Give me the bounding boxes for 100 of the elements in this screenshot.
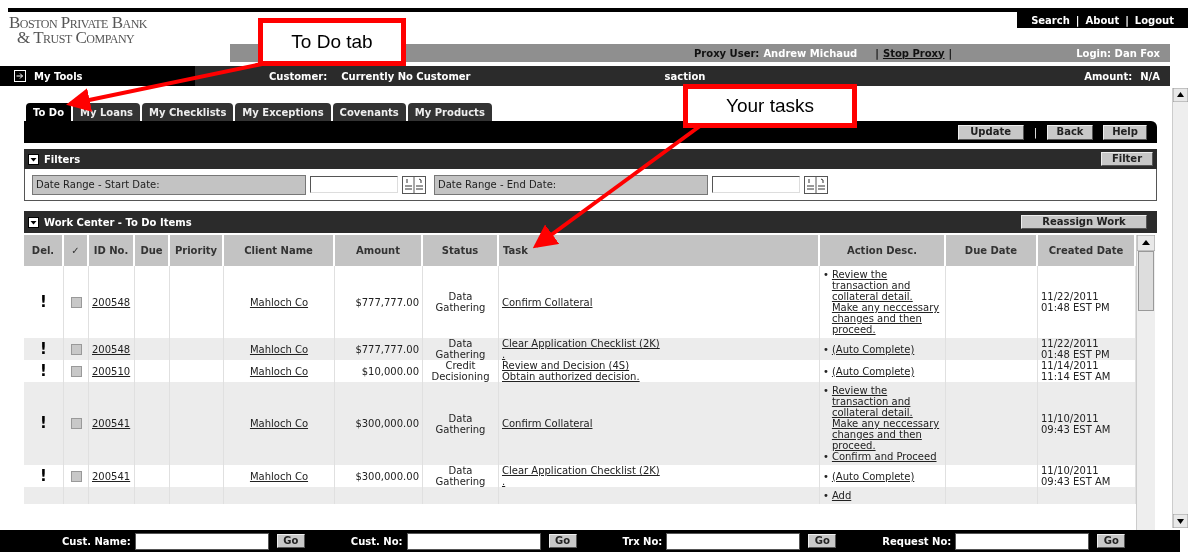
reassign-work-button[interactable]: Reassign Work xyxy=(1021,215,1147,229)
collapse-icon[interactable] xyxy=(28,216,39,228)
client-link[interactable]: Mahloch Co xyxy=(249,470,309,482)
checkbox[interactable] xyxy=(70,343,82,355)
customer-value: Currently No Customer xyxy=(341,69,471,84)
action-link[interactable]: Add xyxy=(831,490,852,501)
task-link[interactable]: . xyxy=(502,476,506,487)
filter-button[interactable]: Filter xyxy=(1101,152,1153,166)
task-link[interactable]: Confirm Collateral xyxy=(502,296,593,308)
column-header: Created Date xyxy=(1038,235,1136,266)
scroll-thumb[interactable] xyxy=(1138,251,1154,311)
exclamation-mark: ! xyxy=(40,416,47,431)
checkbox[interactable] xyxy=(70,296,82,308)
created-date: 11/10/2011 09:43 EST AM xyxy=(1041,412,1112,435)
task-link[interactable]: Obtain authorized decision. xyxy=(502,371,640,382)
callout-box: To Do tab xyxy=(258,18,406,66)
client-link[interactable]: Mahloch Co xyxy=(249,296,309,308)
filters-title: Filters xyxy=(44,152,81,167)
collapse-icon[interactable] xyxy=(28,153,39,165)
amount-text: $10,000.00 xyxy=(361,365,419,377)
table-scrollbar[interactable] xyxy=(1136,235,1155,530)
amount-text: $777,777.00 xyxy=(355,296,419,308)
scroll-up-icon[interactable] xyxy=(1173,88,1188,102)
calendar-icon[interactable] xyxy=(402,175,426,194)
my-tools-label: My Tools xyxy=(34,69,83,84)
checkbox[interactable] xyxy=(70,418,82,429)
created-date: 11/14/2011 11:14 EST AM xyxy=(1041,360,1112,382)
exclamation-mark: ! xyxy=(40,294,47,310)
status-text: Data Gathering xyxy=(434,412,487,435)
tab[interactable]: To Do xyxy=(26,103,71,121)
toolbar-button[interactable]: Back xyxy=(1047,124,1093,140)
tab[interactable]: My Checklists xyxy=(142,103,234,121)
proxy-user: Andrew Michaud xyxy=(763,46,858,61)
amount-text: $300,000.00 xyxy=(355,418,419,429)
created-date: 11/10/2011 09:43 EST AM xyxy=(1041,465,1112,487)
separator: | xyxy=(948,46,953,61)
customer-label: Customer: xyxy=(269,69,328,84)
column-header: Task xyxy=(499,235,820,266)
calendar-icon[interactable] xyxy=(804,175,828,194)
task-link[interactable]: Clear Application Checklist (2K) xyxy=(502,338,660,349)
scroll-up-icon[interactable] xyxy=(1137,235,1155,251)
client-link[interactable]: Mahloch Co xyxy=(249,365,309,377)
top-link[interactable]: About xyxy=(1085,12,1120,28)
checkbox[interactable] xyxy=(70,365,82,377)
status-text: Data Gathering xyxy=(434,291,487,313)
arrow-right-icon[interactable] xyxy=(14,70,26,82)
action-link[interactable]: (Auto Complete) xyxy=(831,470,915,482)
search-input[interactable] xyxy=(955,532,1090,550)
created-date: 11/22/2011 01:48 EST PM xyxy=(1041,291,1111,313)
action-link[interactable]: Confirm and Proceed xyxy=(831,451,937,462)
separator: | xyxy=(1125,13,1129,28)
tab[interactable]: Covenants xyxy=(332,103,406,121)
stop-proxy-link[interactable]: Stop Proxy xyxy=(882,45,945,61)
client-link[interactable]: Mahloch Co xyxy=(249,418,309,429)
task-link[interactable]: Clear Application Checklist (2K) xyxy=(502,465,660,476)
top-link[interactable]: Search xyxy=(1031,12,1070,28)
action-link[interactable]: Review the transaction and collateral detail. Make any neccessary changes and then proceed. xyxy=(831,269,942,335)
amount-text: $777,777.00 xyxy=(355,343,419,355)
go-button[interactable]: Go xyxy=(1097,534,1126,548)
exclamation-mark: ! xyxy=(40,363,47,379)
search-input[interactable] xyxy=(406,532,541,550)
id-link[interactable]: 200548 xyxy=(92,343,131,355)
id-link[interactable]: 200541 xyxy=(92,418,131,429)
tab[interactable]: My Products xyxy=(407,103,492,121)
tab[interactable]: My Exceptions xyxy=(235,103,331,121)
task-link[interactable]: . xyxy=(502,349,506,360)
go-button[interactable]: Go xyxy=(548,534,577,548)
status-text: Data Gathering xyxy=(434,338,487,360)
go-button[interactable]: Go xyxy=(276,534,305,548)
action-link[interactable]: (Auto Complete) xyxy=(831,365,915,377)
task-link[interactable]: Confirm Collateral xyxy=(502,418,593,429)
checkbox[interactable] xyxy=(70,470,82,482)
top-link[interactable]: Logout xyxy=(1134,12,1174,28)
id-link[interactable]: 200548 xyxy=(92,296,131,308)
amount-value: N/A xyxy=(1140,69,1160,84)
bullet: • xyxy=(823,385,829,398)
toolbar-button[interactable]: Update xyxy=(957,124,1024,140)
separator: | xyxy=(875,46,879,61)
page-scrollbar[interactable] xyxy=(1172,88,1188,528)
column-header: Priority xyxy=(170,235,224,266)
column-header: Del. xyxy=(24,235,64,266)
search-input[interactable] xyxy=(666,532,801,550)
go-button[interactable]: Go xyxy=(808,534,837,548)
bullet: • xyxy=(823,490,829,501)
date-input[interactable] xyxy=(310,176,398,193)
id-link[interactable]: 200510 xyxy=(92,365,131,377)
toolbar-button[interactable]: Help xyxy=(1103,124,1147,140)
separator: | xyxy=(1033,125,1037,140)
id-link[interactable]: 200541 xyxy=(92,470,131,482)
column-header: ID No. xyxy=(89,235,135,266)
client-link[interactable]: Mahloch Co xyxy=(249,343,309,355)
scroll-down-icon[interactable] xyxy=(1173,514,1188,528)
search-input[interactable] xyxy=(134,532,269,550)
action-link[interactable]: Review the transaction and collateral detail. Make any neccessary changes and then proceed. xyxy=(831,385,942,451)
status-text: Data Gathering xyxy=(434,465,487,487)
task-link[interactable]: Review and Decision (4S) xyxy=(502,360,630,371)
separator: | xyxy=(1075,13,1080,28)
action-link[interactable]: (Auto Complete) xyxy=(831,343,915,355)
date-input[interactable] xyxy=(712,176,800,193)
bullet: • xyxy=(823,269,829,282)
